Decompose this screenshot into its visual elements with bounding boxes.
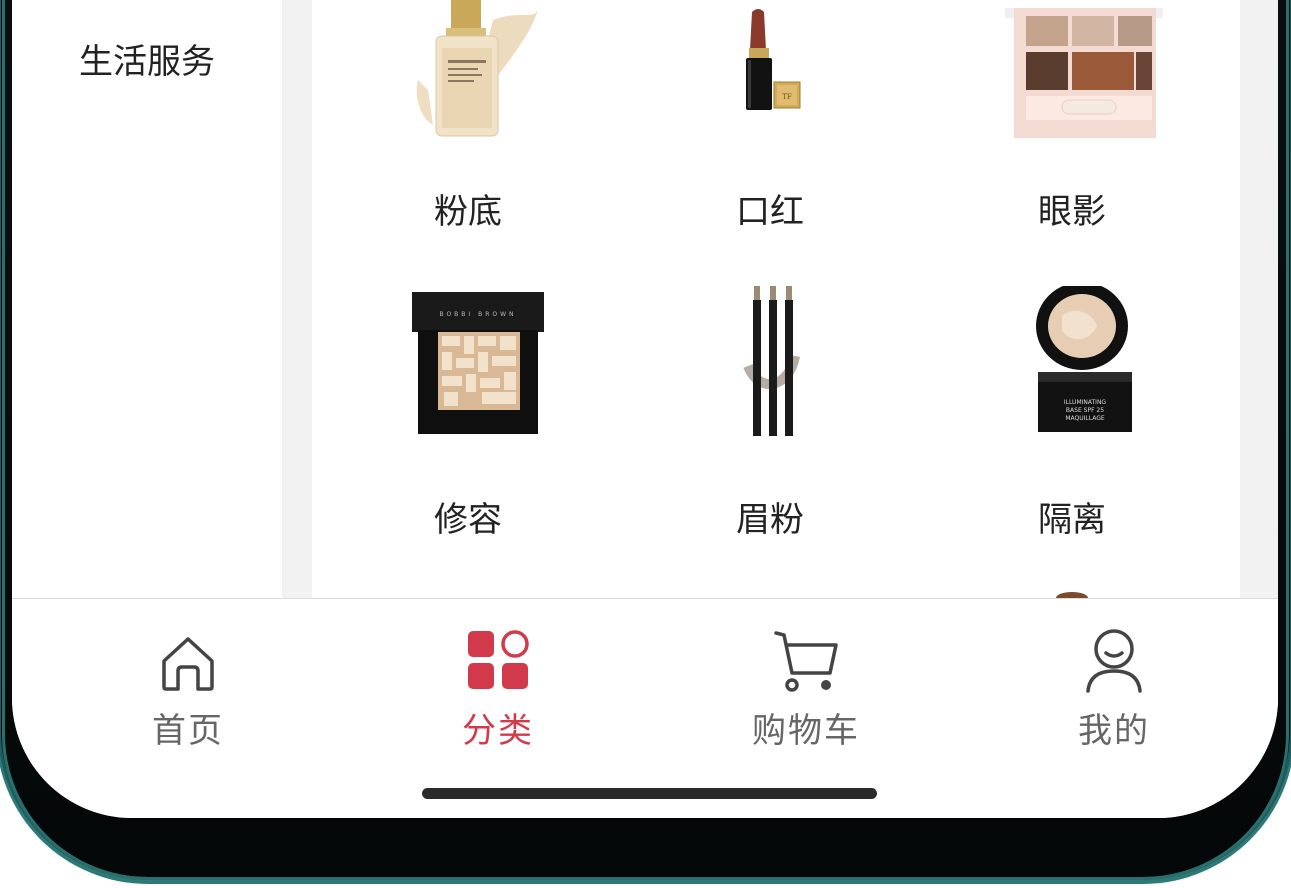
app-screen: 生活服务 粉底 TF 口红 眼影 BOBBI BROWN 修容 眉粉 ILLUM… [12,0,1278,818]
sidebar-item-label: 生活服务 [79,42,215,82]
svg-text:MAQUILLAGE: MAQUILLAGE [1065,415,1105,422]
tab-label: 购物车 [752,711,860,751]
tab-label: 分类 [462,711,534,751]
home-indicator[interactable] [422,788,877,799]
primer-jar-icon: ILLUMINATING BASE SPF 25 MAQUILLAGE [1036,286,1132,432]
tab-home[interactable]: 首页 [88,599,288,759]
tab-label: 我的 [1078,711,1150,751]
bottom-tab-bar: 首页 分类 购物车 我的 [12,598,1278,818]
brow-pencil-icon [743,286,800,436]
sidebar-item-life-services[interactable]: 生活服务 [12,34,282,90]
subcategory-grid: 粉底 TF 口红 眼影 BOBBI BROWN 修容 眉粉 ILLUMINATI… [312,0,1240,598]
svg-text:BOBBI BROWN: BOBBI BROWN [439,311,516,318]
grid-item-label: 粉底 [434,192,502,232]
tab-cart[interactable]: 购物车 [706,599,906,759]
next-row-item-peek [1056,592,1088,598]
grid-item-label: 口红 [736,192,804,232]
tab-category[interactable]: 分类 [398,599,598,759]
eyeshadow-palette-icon [1005,8,1163,138]
tab-profile[interactable]: 我的 [1014,599,1214,759]
user-icon [1086,629,1142,693]
cart-icon [774,631,838,692]
grid-item-label: 眼影 [1038,192,1106,232]
grid-item-label: 眉粉 [736,500,804,540]
foundation-bottle-icon [416,0,538,137]
grid-item-label: 隔离 [1038,500,1106,540]
highlighter-compact-icon: BOBBI BROWN [412,292,544,434]
category-sidebar: 生活服务 [12,0,282,600]
home-icon [162,637,214,691]
lipstick-icon: TF [746,9,801,110]
grid-item-label: 修容 [434,500,502,540]
category-grid-icon [468,630,529,689]
svg-text:ILLUMINATING: ILLUMINATING [1064,399,1107,406]
tab-label: 首页 [152,711,224,751]
svg-text:TF: TF [782,93,792,101]
svg-text:BASE SPF 25: BASE SPF 25 [1066,407,1104,414]
